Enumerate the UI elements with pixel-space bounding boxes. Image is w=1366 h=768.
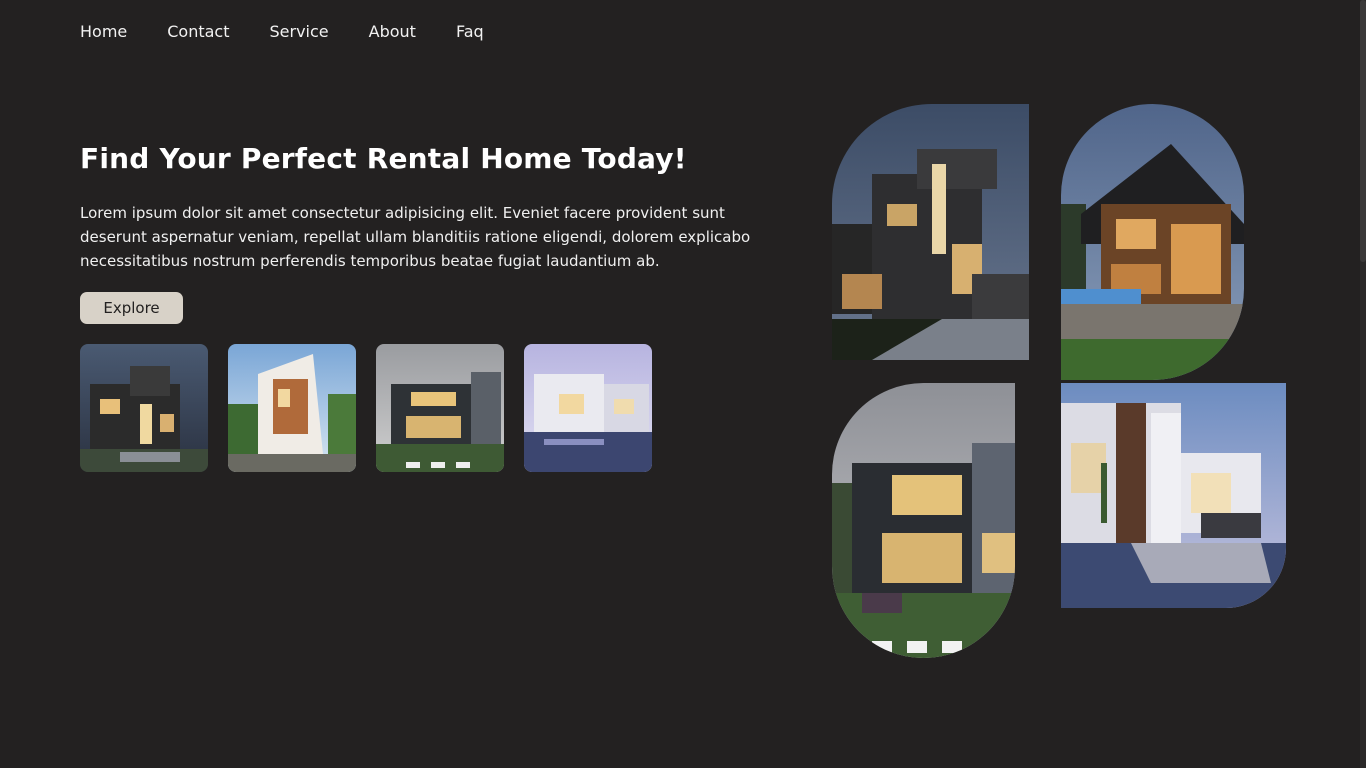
- explore-button[interactable]: Explore: [80, 292, 183, 324]
- gallery-photo-house-dusk: [832, 383, 1015, 658]
- nav-about[interactable]: About: [369, 22, 416, 42]
- nav-service[interactable]: Service: [270, 22, 329, 42]
- gallery-photo-luxury-villa: [1061, 383, 1286, 608]
- hero-title: Find Your Perfect Rental Home Today!: [80, 142, 687, 175]
- scrollbar-track[interactable]: [1360, 0, 1366, 768]
- main-nav: Home Contact Service About Faq: [80, 22, 524, 42]
- nav-home[interactable]: Home: [80, 22, 127, 42]
- thumbnail-house-night[interactable]: [80, 344, 208, 472]
- gallery-photo-wooden-house: [1061, 104, 1244, 380]
- hero-description: Lorem ipsum dolor sit amet consectetur a…: [80, 204, 751, 270]
- thumbnail-row: [80, 344, 672, 472]
- nav-contact[interactable]: Contact: [167, 22, 229, 42]
- page: Home Contact Service About Faq Find Your…: [0, 0, 1366, 768]
- gallery-photo-modern-house-night: [832, 104, 1029, 360]
- thumbnail-house-dusk[interactable]: [376, 344, 504, 472]
- thumbnail-house-wood[interactable]: [228, 344, 356, 472]
- thumbnail-house-pool[interactable]: [524, 344, 652, 472]
- nav-faq[interactable]: Faq: [456, 22, 484, 42]
- scrollbar-thumb[interactable]: [1360, 0, 1366, 262]
